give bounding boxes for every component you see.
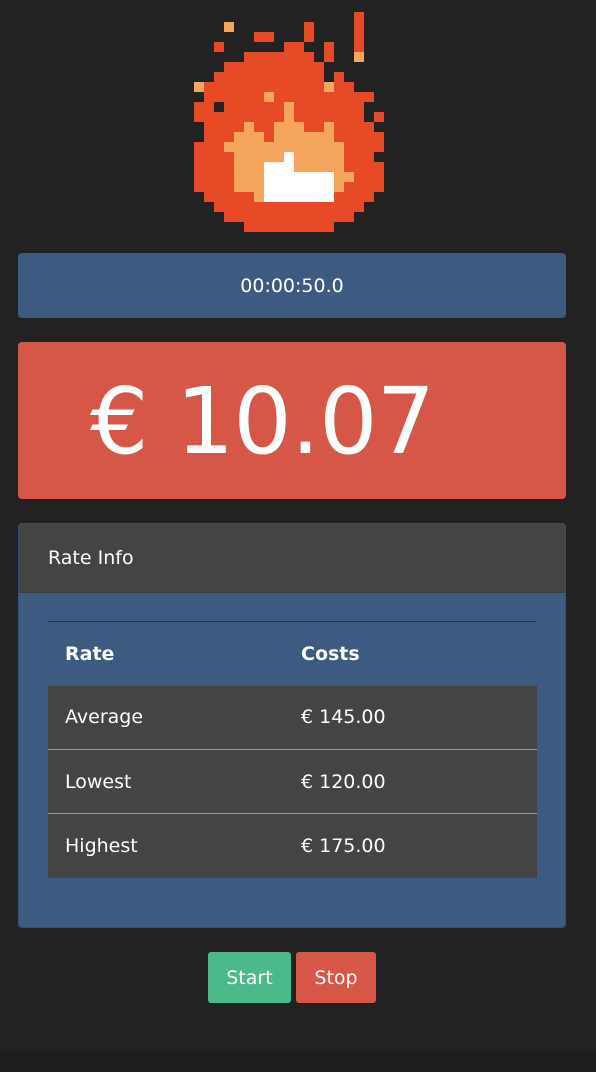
rate-info-header: Rate Info xyxy=(19,524,565,593)
rate-info-card: Rate Info Rate Costs Average € 145.00 Lo… xyxy=(18,523,566,928)
cost-display: € 10.07 xyxy=(90,368,435,475)
pixel-fire-icon xyxy=(194,12,384,232)
timer-display: 00:00:50.0 xyxy=(240,274,344,297)
cost-panel: € 10.07 xyxy=(18,342,566,499)
rate-info-title: Rate Info xyxy=(48,547,134,569)
table-row-average: Average € 145.00 xyxy=(48,685,537,750)
stop-button[interactable]: Stop xyxy=(296,952,376,1003)
table-row-highest: Highest € 175.00 xyxy=(48,813,537,878)
rate-cell: Average xyxy=(48,685,284,750)
timer-panel: 00:00:50.0 xyxy=(18,253,566,318)
costs-cell: € 120.00 xyxy=(284,749,537,814)
costs-cell: € 175.00 xyxy=(284,813,537,878)
table-row-lowest: Lowest € 120.00 xyxy=(48,749,537,814)
costs-cell: € 145.00 xyxy=(284,685,537,750)
rate-column-header: Rate xyxy=(65,642,115,665)
rate-cell: Lowest xyxy=(48,749,284,814)
rate-table: Rate Costs Average € 145.00 Lowest € 120… xyxy=(48,621,537,878)
costs-column-header: Costs xyxy=(301,642,360,665)
table-header-row: Rate Costs xyxy=(48,622,537,686)
footer-strip xyxy=(0,1050,596,1072)
page: 00:00:50.0 € 10.07 Rate Info Rate Costs … xyxy=(0,0,596,1072)
rate-cell: Highest xyxy=(48,813,284,878)
start-button[interactable]: Start xyxy=(208,952,291,1003)
